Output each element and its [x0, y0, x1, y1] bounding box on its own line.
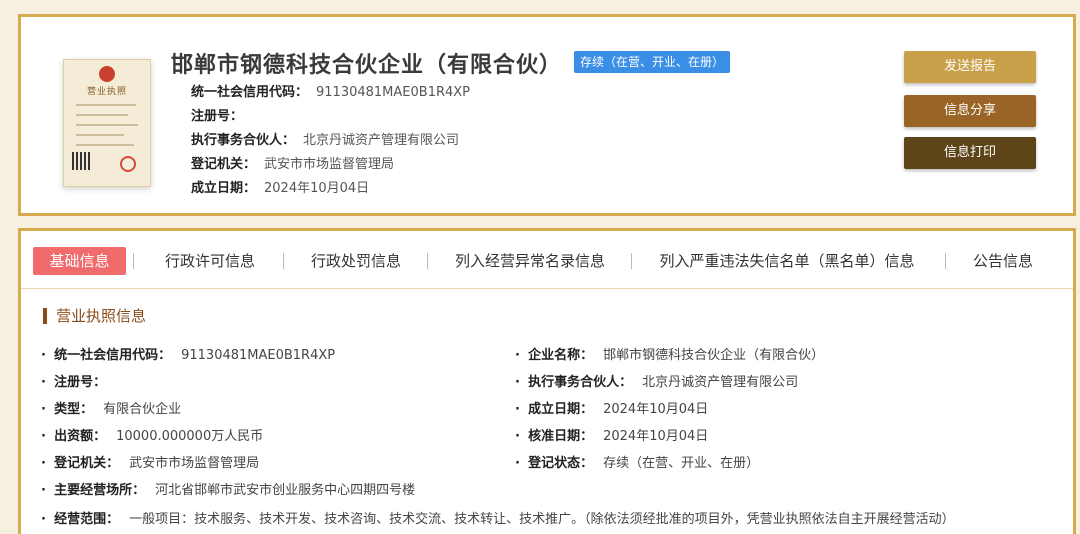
company-name-title: 邯郸市钢德科技合伙企业（有限合伙） [171, 53, 563, 78]
detail-label: 成立日期： [528, 402, 594, 417]
detail-credit-code: 统一社会信用代码： 91130481MAE0B1R4XP [41, 344, 335, 363]
license-text-line [76, 114, 128, 116]
detail-label: 注册号： [54, 375, 107, 390]
company-header-card: 营业执照 邯郸市钢德科技合伙企业（有限合伙） 存续（在营、开业、在册） 统一社会… [18, 14, 1076, 216]
print-info-button[interactable]: 信息打印 [904, 137, 1036, 169]
detail-label: 登记机关： [54, 456, 120, 471]
tab-divider [945, 253, 946, 269]
meta-value: 91130481MAE0B1R4XP [316, 85, 471, 100]
detail-label: 主要经营场所： [54, 483, 146, 498]
detail-value: 有限合伙企业 [103, 402, 182, 417]
license-text-line [76, 124, 138, 126]
detail-authority: 登记机关： 武安市市场监督管理局 [41, 452, 259, 471]
meta-reg-no: 注册号： [191, 105, 251, 124]
detail-reg-no: 注册号： [41, 371, 116, 390]
detail-label: 企业名称： [528, 348, 594, 363]
meta-label: 成立日期： [191, 181, 257, 196]
tab-divider [427, 253, 428, 269]
license-text-line [76, 104, 136, 106]
meta-established: 成立日期： 2024年10月04日 [191, 177, 369, 196]
tab-abnormal-list[interactable]: 列入经营异常名录信息 [447, 247, 613, 275]
tab-divider [133, 253, 134, 269]
detail-value: 北京丹诚资产管理有限公司 [642, 375, 799, 390]
business-license-thumbnail[interactable]: 营业执照 [63, 59, 151, 187]
meta-value: 2024年10月04日 [264, 181, 370, 196]
detail-value: 2024年10月04日 [603, 429, 709, 444]
detail-established: 成立日期： 2024年10月04日 [515, 398, 708, 417]
meta-value: 北京丹诚资产管理有限公司 [303, 133, 460, 148]
national-emblem-icon [99, 66, 115, 82]
detail-label: 执行事务合伙人： [528, 375, 633, 390]
meta-label: 登记机关： [191, 157, 257, 172]
detail-value: 10000.000000万人民币 [116, 429, 264, 444]
detail-business-scope: 经营范围： 一般项目：技术服务、技术开发、技术咨询、技术交流、技术转让、技术推广。… [41, 508, 955, 527]
detail-status: 登记状态： 存续（在营、开业、在册） [515, 452, 759, 471]
detail-address: 主要经营场所： 河北省邯郸市武安市创业服务中心四期四号楼 [41, 479, 415, 498]
detail-type: 类型： 有限合伙企业 [41, 398, 181, 417]
section-title-business-license: 营业执照信息 [43, 308, 146, 324]
detail-label: 统一社会信用代码： [54, 348, 172, 363]
detail-label: 经营范围： [54, 512, 120, 527]
qr-code-icon [72, 152, 90, 170]
red-seal-icon [120, 156, 136, 172]
detail-value: 一般项目：技术服务、技术开发、技术咨询、技术交流、技术转让、技术推广。（除依法须… [129, 512, 955, 527]
detail-label: 类型： [54, 402, 94, 417]
tab-announcements[interactable]: 公告信息 [965, 247, 1041, 275]
tab-admin-license[interactable]: 行政许可信息 [157, 247, 263, 275]
tab-admin-penalty[interactable]: 行政处罚信息 [303, 247, 409, 275]
detail-value: 存续（在营、开业、在册） [603, 456, 760, 471]
meta-value: 武安市市场监督管理局 [264, 157, 395, 172]
tab-bar: 基础信息 行政许可信息 行政处罚信息 列入经营异常名录信息 列入严重违法失信名单… [21, 231, 1073, 289]
detail-label: 登记状态： [528, 456, 594, 471]
detail-capital: 出资额： 10000.000000万人民币 [41, 425, 263, 444]
detail-label: 核准日期： [528, 429, 594, 444]
meta-partner: 执行事务合伙人： 北京丹诚资产管理有限公司 [191, 129, 459, 148]
send-report-button[interactable]: 发送报告 [904, 51, 1036, 83]
meta-label: 注册号： [191, 109, 244, 124]
detail-card: 基础信息 行政许可信息 行政处罚信息 列入经营异常名录信息 列入严重违法失信名单… [18, 228, 1076, 534]
meta-label: 统一社会信用代码： [191, 85, 309, 100]
share-info-button[interactable]: 信息分享 [904, 95, 1036, 127]
detail-partner: 执行事务合伙人： 北京丹诚资产管理有限公司 [515, 371, 798, 390]
detail-value: 91130481MAE0B1R4XP [181, 348, 336, 363]
detail-value: 2024年10月04日 [603, 402, 709, 417]
tab-basic-info[interactable]: 基础信息 [33, 247, 126, 275]
detail-label: 出资额： [54, 429, 107, 444]
license-text-line [76, 134, 124, 136]
detail-value: 邯郸市钢德科技合伙企业（有限合伙） [603, 348, 825, 363]
meta-authority: 登记机关： 武安市市场监督管理局 [191, 153, 394, 172]
detail-value: 河北省邯郸市武安市创业服务中心四期四号楼 [155, 483, 416, 498]
tab-divider [631, 253, 632, 269]
license-thumbnail-title: 营业执照 [86, 87, 127, 97]
detail-company-name: 企业名称： 邯郸市钢德科技合伙企业（有限合伙） [515, 344, 824, 363]
meta-credit-code: 统一社会信用代码： 91130481MAE0B1R4XP [191, 81, 470, 100]
tab-divider [283, 253, 284, 269]
license-text-line [76, 144, 134, 146]
tab-blacklist[interactable]: 列入严重违法失信名单（黑名单）信息 [651, 247, 923, 275]
status-badge: 存续（在营、开业、在册） [574, 51, 731, 73]
detail-approved: 核准日期： 2024年10月04日 [515, 425, 708, 444]
detail-value: 武安市市场监督管理局 [129, 456, 260, 471]
meta-label: 执行事务合伙人： [191, 133, 296, 148]
